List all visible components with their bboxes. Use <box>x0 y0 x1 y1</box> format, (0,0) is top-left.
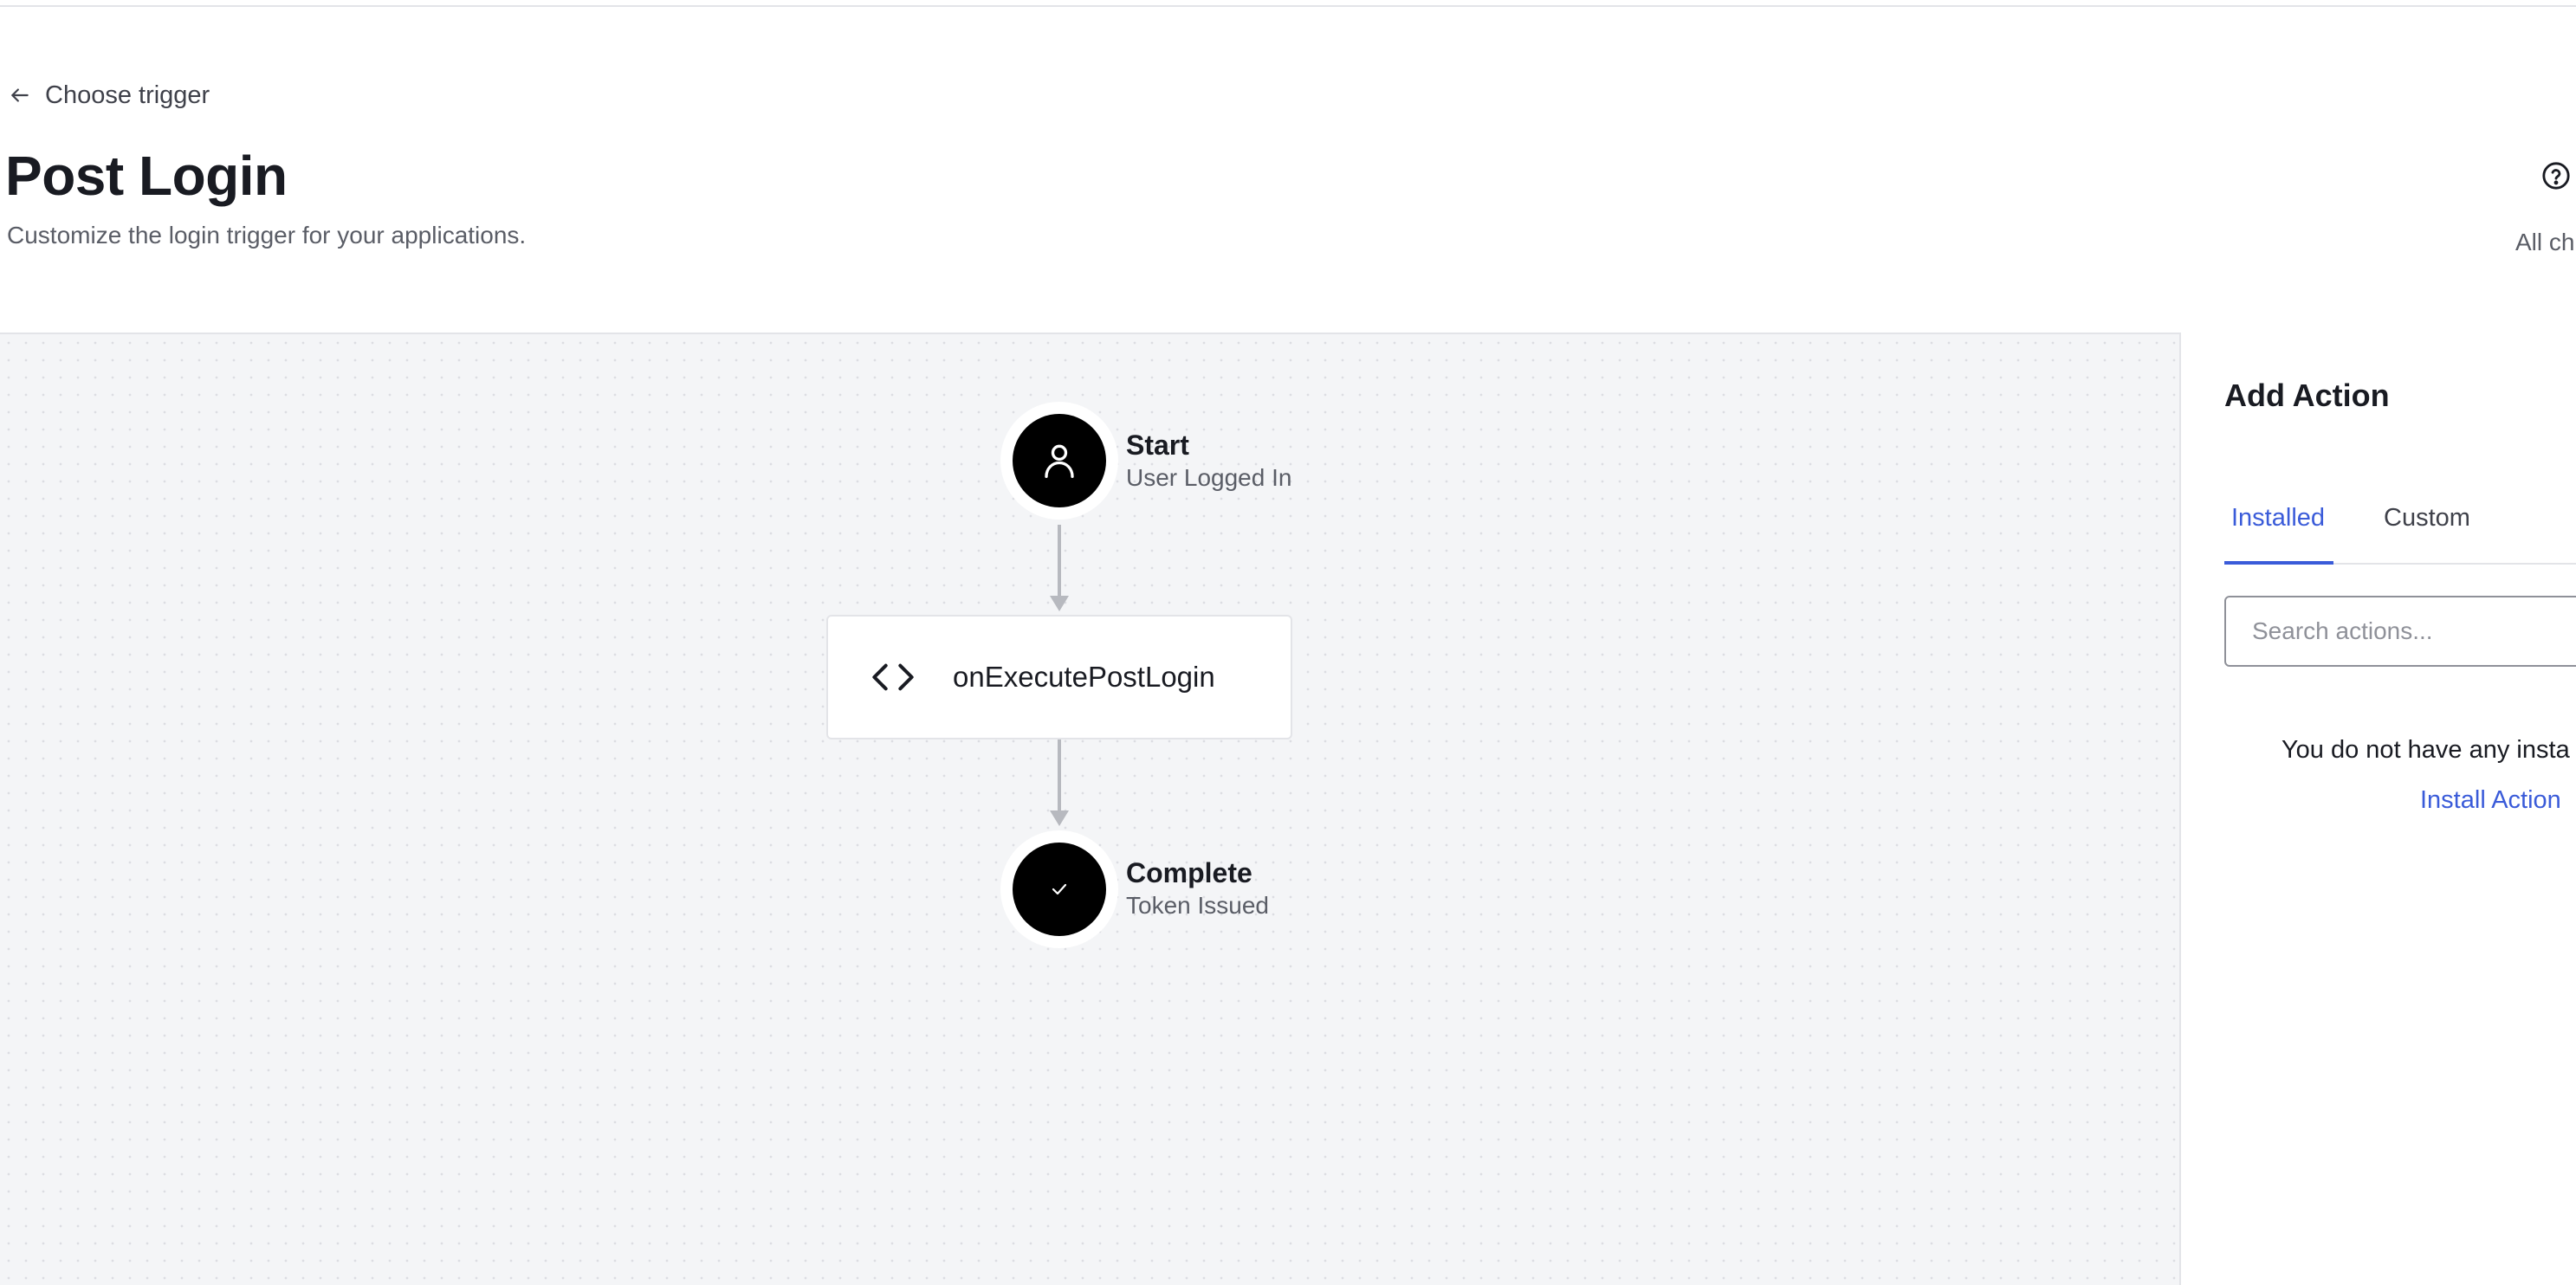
connector-arrowhead-action-complete <box>1050 810 1069 826</box>
start-node-subtitle: User Logged In <box>1126 464 1292 491</box>
action-name: onExecutePostLogin <box>953 661 1215 693</box>
start-node-label: Start User Logged In <box>1126 428 1291 494</box>
page-title: Post Login <box>5 145 288 207</box>
action-card-onexecutepostlogin[interactable]: onExecutePostLogin <box>826 615 1292 739</box>
check-icon <box>1052 883 1067 895</box>
panel-title: Add Action <box>2224 378 2390 413</box>
complete-node <box>1000 830 1118 948</box>
connector-line-action-complete <box>1058 739 1061 810</box>
search-actions-input[interactable] <box>2224 596 2576 667</box>
add-action-panel: Add Action Installed Custom You do not h… <box>2183 333 2576 1285</box>
empty-state-message: You do not have any insta <box>2282 736 2570 764</box>
back-link-label: Choose trigger <box>45 81 210 109</box>
back-to-choose-trigger-link[interactable]: Choose trigger <box>9 76 210 114</box>
active-tab-indicator <box>2224 561 2333 565</box>
code-icon <box>872 663 914 691</box>
complete-node-label: Complete Token Issued <box>1126 856 1269 921</box>
help-icon[interactable] <box>2541 161 2571 190</box>
complete-node-title: Complete <box>1126 857 1252 888</box>
connector-arrowhead-start-action <box>1050 596 1069 611</box>
tab-custom[interactable]: Custom <box>2384 504 2470 551</box>
user-icon <box>1045 444 1074 478</box>
changes-status-text: All ch <box>2515 229 2575 255</box>
tab-installed[interactable]: Installed <box>2231 504 2325 551</box>
page-subtitle: Customize the login trigger for your app… <box>7 222 527 249</box>
start-node-title: Start <box>1126 429 1189 461</box>
top-divider <box>0 5 2576 7</box>
start-node <box>1000 402 1118 520</box>
arrow-left-icon <box>11 88 29 102</box>
connector-line-start-action <box>1058 525 1061 596</box>
install-action-link[interactable]: Install Action <box>2420 786 2561 815</box>
complete-node-subtitle: Token Issued <box>1126 892 1269 919</box>
